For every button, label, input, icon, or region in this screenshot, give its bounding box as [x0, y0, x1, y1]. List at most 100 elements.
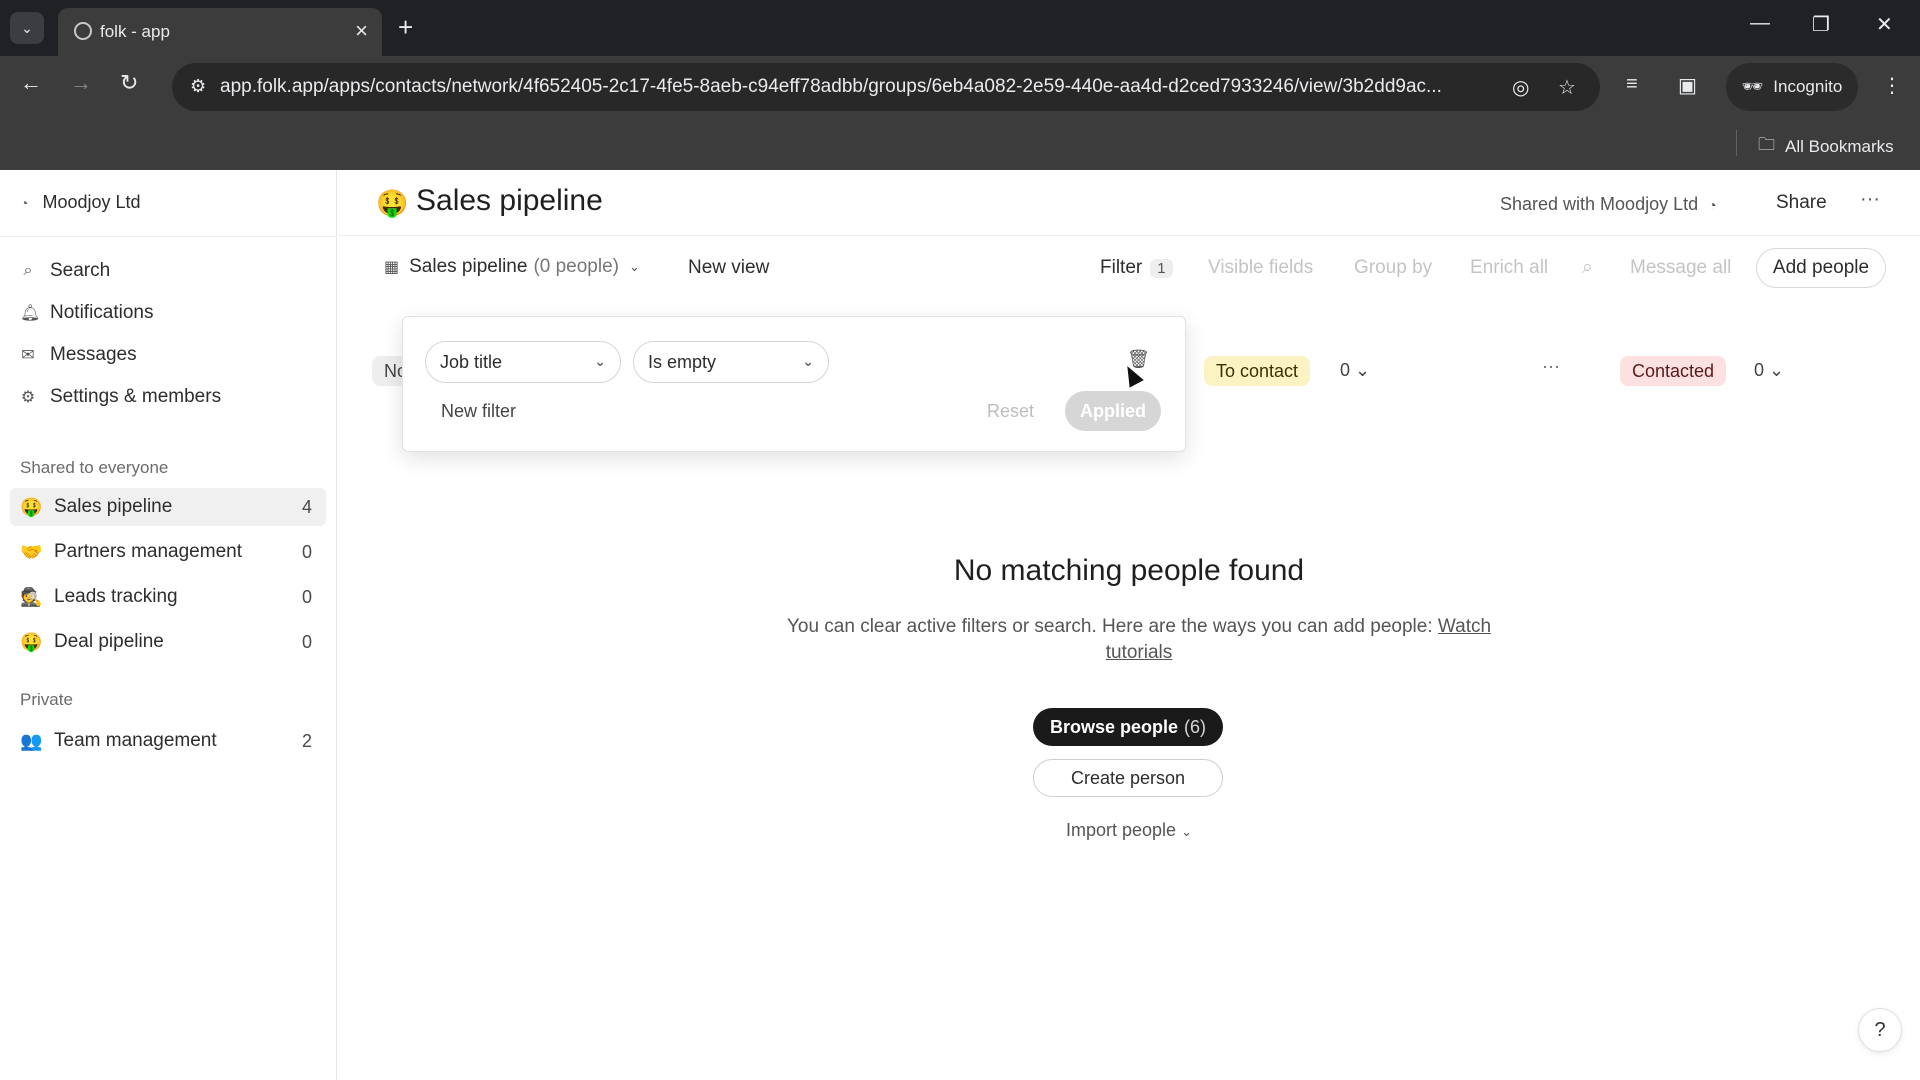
all-bookmarks-label: All Bookmarks	[1785, 136, 1894, 156]
money-face-icon: 🤑	[20, 631, 43, 652]
column-count-value: 0	[1754, 360, 1765, 380]
tab-close-icon[interactable]: ×	[355, 18, 368, 44]
shared-with-indicator[interactable]: Shared with Moodjoy Ltd ◔	[1500, 194, 1717, 215]
help-button[interactable]: ?	[1858, 1008, 1902, 1052]
browse-people-button[interactable]: Browse people (6)	[1033, 708, 1223, 746]
reset-button[interactable]: Reset	[987, 401, 1034, 422]
applied-button[interactable]: Applied	[1065, 391, 1161, 431]
group-label: Partners management	[54, 541, 242, 562]
workspace-icon: ◔	[20, 194, 29, 211]
message-all-button[interactable]: Message all	[1630, 257, 1731, 279]
filter-label: Filter	[1100, 257, 1143, 278]
tab-search-button[interactable]: ⌄	[10, 12, 44, 44]
sidebar-link-label: Settings & members	[50, 386, 222, 407]
search-icon[interactable]: ⌕	[1582, 257, 1593, 279]
filter-field-select[interactable]: Job title ⌄	[425, 341, 621, 383]
column-to-contact[interactable]: To contact	[1204, 356, 1311, 386]
sidebar-link-label: Search	[50, 260, 111, 281]
incognito-indicator[interactable]: 🕶 Incognito	[1726, 63, 1858, 111]
view-selector[interactable]: ▦ Sales pipeline (0 people) ⌄	[384, 256, 640, 278]
sidebar-messages[interactable]: ✉ Messages	[20, 344, 137, 366]
browser-menu-icon[interactable]: ⋮	[1882, 73, 1902, 98]
new-tab-icon[interactable]: +	[398, 12, 413, 43]
filter-popup: Job title ⌄ Is empty ⌄ 🗑 New filter Rese…	[402, 316, 1186, 452]
shared-section-title: Shared to everyone	[20, 458, 169, 477]
sidebar-item-team-management[interactable]: 👥 Team management 2	[10, 722, 326, 760]
address-bar[interactable]: ⚙ app.folk.app/apps/contacts/network/4f6…	[172, 63, 1600, 111]
new-view-button[interactable]: New view	[688, 257, 769, 279]
group-count: 0	[301, 631, 312, 652]
private-section-title: Private	[20, 690, 73, 709]
column-to-contact-count[interactable]: 0 ⌄	[1340, 360, 1370, 381]
shared-with-label: Shared with Moodjoy Ltd	[1500, 194, 1699, 214]
visible-fields-button[interactable]: Visible fields	[1208, 257, 1313, 279]
chevron-down-icon: ⌄	[629, 259, 640, 274]
folk-app: ◔ Moodjoy Ltd ⌕ Search 🔔︎ Notifications …	[0, 170, 1920, 1080]
forward-icon[interactable]: →	[70, 70, 92, 96]
group-label: Deal pipeline	[54, 631, 164, 652]
site-info-icon[interactable]: ⚙	[190, 76, 206, 97]
sidebar-item-leads-tracking[interactable]: 🕵 Leads tracking 0	[10, 578, 326, 616]
bookmarks-bar: 🗀 All Bookmarks	[0, 118, 1920, 170]
add-people-button[interactable]: Add people	[1756, 248, 1886, 288]
bookmark-star-icon[interactable]: ☆	[1558, 75, 1576, 100]
page-header: 🤑 Sales pipeline Shared with Moodjoy Ltd…	[338, 170, 1920, 236]
incognito-label: Incognito	[1773, 77, 1843, 96]
group-by-button[interactable]: Group by	[1354, 257, 1432, 279]
enrich-all-button[interactable]: Enrich all	[1470, 257, 1548, 279]
window-close-icon[interactable]: ✕	[1876, 12, 1893, 37]
create-person-button[interactable]: Create person	[1033, 759, 1223, 797]
money-face-icon: 🤑	[20, 496, 43, 517]
sidebar-search[interactable]: ⌕ Search	[20, 260, 111, 282]
sidebar-settings[interactable]: ⚙ Settings & members	[20, 386, 221, 408]
table-view-icon: ▦	[384, 259, 400, 276]
sidebar-notifications[interactable]: 🔔︎ Notifications	[20, 302, 154, 324]
column-contacted-count[interactable]: 0 ⌄	[1754, 360, 1784, 381]
bell-icon: 🔔︎	[20, 305, 41, 322]
new-filter-button[interactable]: New filter	[441, 401, 516, 422]
back-icon[interactable]: ←	[20, 70, 42, 96]
eye-off-icon[interactable]: ◎	[1512, 75, 1529, 100]
browser-tab[interactable]: folk - app ×	[58, 8, 382, 56]
sidebar-link-label: Messages	[50, 344, 137, 365]
filter-count-badge: 1	[1150, 258, 1173, 278]
group-count: 4	[301, 496, 312, 517]
url-text[interactable]: app.folk.app/apps/contacts/network/4f652…	[220, 76, 1480, 98]
group-label: Team management	[54, 730, 217, 751]
detective-icon: 🕵	[20, 586, 43, 607]
mail-icon: ✉	[21, 347, 35, 364]
browse-people-label: Browse people	[1049, 716, 1179, 737]
filter-button[interactable]: Filter 1	[1100, 257, 1173, 279]
group-count: 0	[301, 541, 312, 562]
people-icon: 👥	[20, 730, 43, 751]
side-panel-icon[interactable]: ▣	[1678, 73, 1697, 98]
view-people-count: (0 people)	[533, 256, 619, 277]
filter-operator-select[interactable]: Is empty ⌄	[633, 341, 829, 383]
all-bookmarks-button[interactable]: 🗀 All Bookmarks	[1758, 132, 1894, 161]
filter-field-value: Job title	[440, 351, 503, 372]
column-options-icon[interactable]: ···	[1542, 356, 1560, 377]
group-count: 2	[301, 730, 312, 751]
page-title: Sales pipeline	[416, 184, 603, 217]
sidebar-item-partners-management[interactable]: 🤝 Partners management 0	[10, 533, 326, 571]
media-icon[interactable]: ≡	[1626, 73, 1638, 96]
column-contacted[interactable]: Contacted	[1620, 356, 1727, 386]
share-button[interactable]: Share	[1776, 192, 1827, 214]
folder-icon: 🗀	[1758, 135, 1775, 154]
sidebar-item-deal-pipeline[interactable]: 🤑 Deal pipeline 0	[10, 623, 326, 661]
main-content: 🤑 Sales pipeline Shared with Moodjoy Ltd…	[338, 170, 1920, 1080]
reload-icon[interactable]: ↻	[120, 70, 138, 96]
more-options-icon[interactable]: ···	[1860, 188, 1880, 211]
minimize-icon[interactable]: —	[1750, 12, 1770, 35]
restore-icon[interactable]: ❐	[1812, 12, 1830, 37]
bookmarks-divider	[1736, 130, 1737, 156]
browser-tabstrip: ⌄ folk - app × + — ❐ ✕	[0, 0, 1920, 56]
workspace-switcher[interactable]: ◔ Moodjoy Ltd	[20, 192, 141, 213]
sidebar-item-sales-pipeline[interactable]: 🤑 Sales pipeline 4	[10, 488, 326, 526]
sidebar: ◔ Moodjoy Ltd ⌕ Search 🔔︎ Notifications …	[0, 170, 337, 1080]
chevron-down-icon: ⌄	[802, 353, 814, 369]
browser-toolbar: ← → ↻ ⚙ app.folk.app/apps/contacts/netwo…	[0, 56, 1920, 118]
import-people-button[interactable]: Import people ⌄	[338, 820, 1920, 841]
search-icon: ⌕	[23, 262, 33, 279]
browse-people-count: (6)	[1184, 716, 1207, 737]
